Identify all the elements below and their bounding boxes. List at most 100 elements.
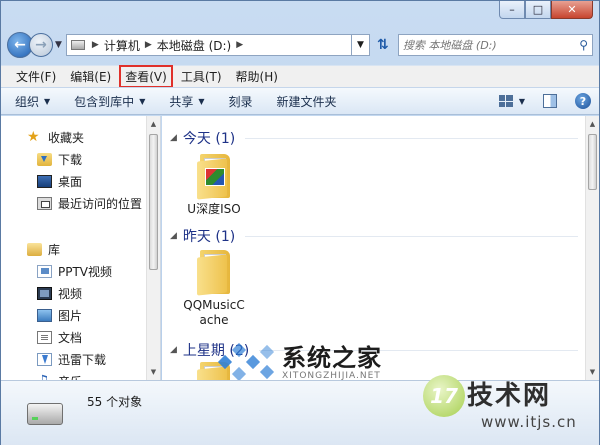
folder-icon (197, 154, 231, 200)
nav-libraries[interactable]: 库 (1, 238, 147, 260)
scroll-down-icon[interactable]: ▼ (147, 364, 160, 380)
breadcrumb-separator-icon[interactable]: ▶ (236, 40, 243, 50)
include-in-library-button[interactable]: 包含到库中 ▼ (74, 93, 145, 110)
view-grid-icon[interactable] (498, 95, 513, 107)
maximize-button[interactable]: □ (525, 1, 551, 19)
collapse-icon[interactable]: ◢ (170, 231, 177, 241)
nav-item-downloads[interactable]: 下载 (1, 148, 147, 170)
breadcrumb-drive-d[interactable]: 本地磁盘 (D:) (157, 37, 231, 54)
menu-file[interactable]: 文件(F) (11, 66, 61, 87)
group-header-yesterday[interactable]: ◢ 昨天 (1) (170, 226, 578, 246)
chevron-down-icon: ▼ (139, 96, 146, 106)
file-item[interactable]: QQMusicC ache (174, 250, 254, 328)
recent-pages-dropdown[interactable]: ▼ (55, 40, 62, 50)
brand-badge-icon: 17 (423, 375, 465, 417)
explorer-window: – □ ✕ ← → ▼ ▶ 计算机 ▶ 本地磁盘 (D:) ▶ ▼ ⇅ ⚲ 文件… (0, 0, 600, 445)
star-icon: ★ (27, 128, 40, 145)
nav-item-desktop[interactable]: 桌面 (1, 170, 147, 192)
minimize-button[interactable]: – (499, 1, 525, 19)
collapse-icon[interactable]: ◢ (170, 133, 177, 143)
chevron-down-icon: ▼ (44, 96, 51, 106)
file-item[interactable] (174, 362, 254, 380)
download-folder-icon (37, 152, 52, 166)
breadcrumb-computer[interactable]: 计算机 (104, 37, 140, 54)
nav-item-videos[interactable]: 视频 (1, 282, 147, 304)
scroll-down-icon[interactable]: ▼ (586, 364, 599, 380)
file-name: U深度ISO (187, 202, 241, 216)
nav-item-recent-places[interactable]: 最近访问的位置 (1, 192, 147, 214)
chevron-down-icon: ▼ (198, 96, 205, 106)
breadcrumb-separator-icon[interactable]: ▶ (92, 40, 99, 50)
nav-item-label: 视频 (58, 286, 83, 301)
group-header-last-week[interactable]: ◢ 上星期 (2) (170, 340, 578, 360)
share-button[interactable]: 共享 ▼ (169, 93, 204, 110)
folder-icon (197, 362, 231, 380)
new-folder-button[interactable]: 新建文件夹 (277, 93, 337, 110)
scroll-thumb[interactable] (149, 134, 158, 270)
search-icon[interactable]: ⚲ (579, 38, 588, 52)
video-library-icon (37, 286, 52, 300)
recent-places-icon (37, 196, 52, 210)
refresh-button[interactable]: ⇅ (372, 34, 394, 56)
file-item[interactable]: U深度ISO (174, 154, 254, 217)
scroll-up-icon[interactable]: ▲ (147, 116, 160, 132)
nav-item-label: PPTV视频 (58, 264, 113, 279)
nav-item-music[interactable]: ♫ 音乐 (1, 370, 147, 381)
organize-button[interactable]: 组织 ▼ (15, 93, 50, 110)
nav-item-label: 图片 (58, 308, 83, 323)
thunder-download-icon (37, 352, 52, 366)
new-folder-label: 新建文件夹 (276, 94, 337, 109)
forward-button[interactable]: → (29, 33, 53, 57)
object-count: 55 个对象 (87, 395, 143, 409)
group-divider (245, 137, 578, 139)
document-library-icon (37, 330, 52, 344)
nav-item-documents[interactable]: 文档 (1, 326, 147, 348)
scroll-up-icon[interactable]: ▲ (586, 116, 599, 132)
itjs-watermark: 17 技术网 www.itjs.cn (423, 371, 583, 441)
burn-button[interactable]: 刻录 (229, 93, 253, 110)
nav-item-label: 下载 (58, 152, 83, 167)
help-icon[interactable]: ? (575, 93, 591, 109)
brand-name: 技术网 (467, 381, 552, 411)
group-label: 今天 (1) (182, 131, 236, 147)
collapse-icon[interactable]: ◢ (170, 345, 177, 355)
group-label: 昨天 (1) (182, 229, 236, 245)
address-bar[interactable]: ▶ 计算机 ▶ 本地磁盘 (D:) ▶ (65, 34, 352, 56)
menu-tools[interactable]: 工具(T) (176, 66, 227, 87)
caption-buttons: – □ ✕ (499, 1, 593, 19)
nav-item-thunder-downloads[interactable]: 迅雷下载 (1, 348, 147, 370)
breadcrumb-separator-icon[interactable]: ▶ (145, 40, 152, 50)
include-in-library-label: 包含到库中 (74, 94, 135, 109)
arrow-left-icon: ← (14, 37, 26, 53)
hard-drive-icon (27, 403, 63, 425)
navigation-pane: ★ 收藏夹 下载 桌面 最近访问的位置 库 PPTV视频 视频 图片 文档 迅雷… (1, 116, 161, 380)
nav-item-label: 迅雷下载 (58, 352, 107, 367)
nav-item-pictures[interactable]: 图片 (1, 304, 147, 326)
nav-libraries-label: 库 (48, 242, 61, 257)
minimize-icon: – (509, 3, 515, 16)
brand-url: www.itjs.cn (481, 413, 577, 431)
organize-label: 组织 (15, 94, 40, 109)
search-input[interactable] (402, 38, 580, 52)
nav-item-label: 音乐 (58, 373, 82, 381)
nav-item-pptv-video[interactable]: PPTV视频 (1, 260, 147, 282)
menu-bar: 文件(F) 编辑(E) 查看(V) 工具(T) 帮助(H) (1, 65, 599, 88)
nav-scrollbar[interactable]: ▲ ▼ (146, 116, 160, 380)
scroll-thumb[interactable] (588, 134, 597, 190)
menu-edit[interactable]: 编辑(E) (65, 66, 116, 87)
menu-view[interactable]: 查看(V) (119, 65, 173, 88)
close-button[interactable]: ✕ (551, 1, 593, 19)
search-box[interactable]: ⚲ (397, 34, 593, 56)
nav-item-label: 最近访问的位置 (58, 196, 143, 211)
nav-favorites[interactable]: ★ 收藏夹 (1, 126, 147, 148)
maximize-icon: □ (532, 3, 544, 16)
desktop-icon (37, 174, 52, 188)
nav-favorites-label: 收藏夹 (48, 130, 85, 145)
view-options-dropdown[interactable]: ▼ (519, 97, 525, 106)
group-header-today[interactable]: ◢ 今天 (1) (170, 128, 578, 148)
content-scrollbar[interactable]: ▲ ▼ (585, 116, 599, 380)
preview-pane-icon[interactable] (543, 94, 557, 108)
menu-help[interactable]: 帮助(H) (231, 66, 283, 87)
address-history-dropdown[interactable]: ▼ (351, 34, 370, 56)
file-name: QQMusicC ache (183, 298, 245, 327)
